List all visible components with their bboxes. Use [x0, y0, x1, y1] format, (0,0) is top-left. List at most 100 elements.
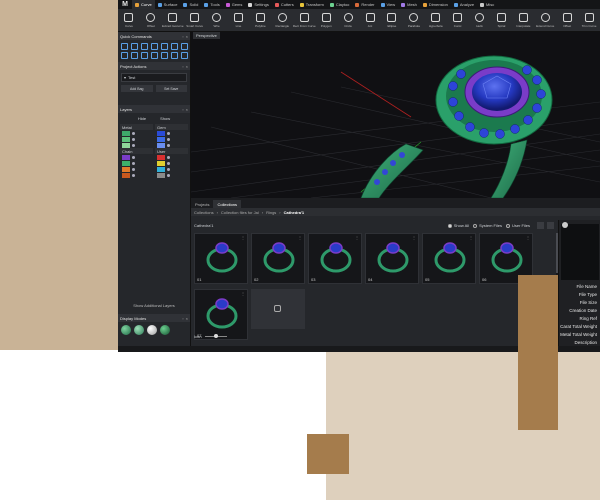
close-icon[interactable]: ×	[186, 316, 188, 321]
layer-swatch[interactable]	[122, 130, 130, 136]
tool-button[interactable]: Extract Isocurve	[162, 9, 184, 31]
collection-item[interactable]: ⋮ 05	[422, 233, 476, 284]
eye-icon[interactable]	[167, 161, 170, 165]
menu-tab-misc[interactable]: Misc	[477, 0, 497, 9]
layer-row[interactable]	[120, 172, 153, 178]
show-additional-layers-button[interactable]: Show Additional Layers	[118, 303, 190, 308]
tool-button[interactable]: Wire	[206, 9, 228, 31]
menu-tab-settings[interactable]: Settings	[245, 0, 271, 9]
menu-tab-mesh[interactable]: Mesh	[398, 0, 420, 9]
quick-command-icon[interactable]	[121, 43, 128, 50]
collection-item[interactable]: ⋮ 03	[308, 233, 362, 284]
more-icon[interactable]: ⋮	[469, 235, 473, 240]
pin-icon[interactable]: ▫	[182, 316, 183, 321]
eye-icon[interactable]	[167, 137, 170, 141]
more-icon[interactable]: ⋮	[298, 235, 302, 240]
add-bag-button[interactable]: Add Bag	[121, 85, 153, 92]
eye-icon[interactable]	[167, 143, 170, 147]
layer-swatch[interactable]	[122, 136, 130, 142]
eye-icon[interactable]	[167, 131, 170, 135]
quick-command-icon[interactable]	[141, 43, 148, 50]
pin-icon[interactable]: ▫	[182, 34, 183, 39]
export-icon[interactable]	[547, 222, 554, 229]
tool-button[interactable]: Parabola	[403, 9, 425, 31]
pin-icon[interactable]: ▫	[182, 64, 183, 69]
menu-tab-dimension[interactable]: Dimension	[420, 0, 451, 9]
menu-tab-cutters[interactable]: Cutters	[272, 0, 297, 9]
tool-button[interactable]: Curve	[118, 9, 140, 31]
tool-button[interactable]: Ellipse	[381, 9, 403, 31]
filter-system-files[interactable]: System Files	[473, 223, 502, 228]
collection-item[interactable]: ⋮ 02	[251, 233, 305, 284]
layer-row[interactable]	[155, 172, 188, 178]
hide-layers-button[interactable]: Hide	[138, 116, 146, 121]
layer-swatch[interactable]	[122, 166, 130, 172]
menu-tab-solid[interactable]: Solid	[180, 0, 201, 9]
breadcrumb-current[interactable]: Cathedra'1	[284, 210, 305, 215]
quick-command-icon[interactable]	[131, 52, 138, 59]
quick-command-icon[interactable]	[161, 52, 168, 59]
quick-command-icon[interactable]	[151, 52, 158, 59]
quick-command-icon[interactable]	[171, 52, 178, 59]
quick-command-icon[interactable]	[141, 52, 148, 59]
eye-icon[interactable]	[167, 155, 170, 159]
layer-swatch[interactable]	[157, 160, 165, 166]
eye-icon[interactable]	[132, 173, 135, 177]
import-icon[interactable]	[537, 222, 544, 229]
layer-swatch[interactable]	[157, 142, 165, 148]
radio-icon[interactable]	[505, 223, 510, 228]
eye-icon[interactable]	[132, 167, 135, 171]
display-mode-shaded[interactable]	[121, 325, 131, 335]
quick-command-icon[interactable]	[171, 43, 178, 50]
close-icon[interactable]: ×	[186, 107, 188, 112]
quick-command-icon[interactable]	[151, 43, 158, 50]
quick-command-icon[interactable]	[181, 43, 188, 50]
tool-button[interactable]: Spiral	[491, 9, 513, 31]
menu-tab-curve[interactable]: Curve	[132, 0, 155, 9]
collection-item[interactable]: ⋮ 01	[194, 233, 248, 284]
menu-tab-gems[interactable]: Gems	[223, 0, 246, 9]
layer-swatch[interactable]	[157, 172, 165, 178]
breadcrumb-item[interactable]: Rings	[266, 210, 276, 215]
collection-item[interactable]: ⋮ 04	[365, 233, 419, 284]
tool-button[interactable]: Offset	[556, 9, 578, 31]
layer-swatch[interactable]	[157, 154, 165, 160]
pin-icon[interactable]: ▫	[182, 107, 183, 112]
tool-button[interactable]: Rect From Curve	[293, 9, 316, 31]
close-icon[interactable]: ×	[186, 34, 188, 39]
menu-tab-analyze[interactable]: Analyze	[451, 0, 477, 9]
menu-tab-render[interactable]: Render	[352, 0, 377, 9]
set-save-button[interactable]: Set Save	[155, 85, 187, 92]
quick-command-icon[interactable]	[121, 52, 128, 59]
collection-item[interactable]: ⋮ 07	[194, 289, 248, 340]
more-icon[interactable]: ⋮	[412, 235, 416, 240]
layer-swatch[interactable]	[122, 172, 130, 178]
quick-command-icon[interactable]	[161, 43, 168, 50]
layer-swatch[interactable]	[122, 154, 130, 160]
tool-button[interactable]: Polyline	[249, 9, 271, 31]
tool-button[interactable]: Trim Curve	[578, 9, 600, 31]
tool-button[interactable]: Line	[228, 9, 250, 31]
3d-viewport[interactable]: Perspective	[191, 32, 600, 198]
eye-icon[interactable]	[132, 131, 135, 135]
layer-swatch[interactable]	[122, 160, 130, 166]
layer-swatch[interactable]	[157, 166, 165, 172]
quick-command-icon[interactable]	[131, 43, 138, 50]
viewport-label[interactable]: Perspective	[193, 32, 220, 39]
tool-button[interactable]: Polygon	[315, 9, 337, 31]
display-mode-metal[interactable]	[160, 325, 170, 335]
tool-button[interactable]: Smart Curve	[184, 9, 206, 31]
menu-tab-tools[interactable]: Tools	[201, 0, 222, 9]
display-mode-rendered[interactable]	[134, 325, 144, 335]
layer-swatch[interactable]	[157, 130, 165, 136]
tab-collections[interactable]: Collections	[213, 200, 242, 208]
slider-knob[interactable]	[213, 334, 218, 338]
project-select[interactable]: ▾ Test	[121, 73, 187, 82]
tool-button[interactable]: Arc	[359, 9, 381, 31]
breadcrumb-item[interactable]: Collections	[194, 210, 214, 215]
filter-show-all[interactable]: Show All	[447, 223, 469, 228]
display-mode-clay[interactable]	[147, 325, 157, 335]
more-icon[interactable]: ⋮	[355, 235, 359, 240]
menu-tab-transform[interactable]: Transform	[297, 0, 327, 9]
menu-tab-surface[interactable]: Surface	[155, 0, 181, 9]
